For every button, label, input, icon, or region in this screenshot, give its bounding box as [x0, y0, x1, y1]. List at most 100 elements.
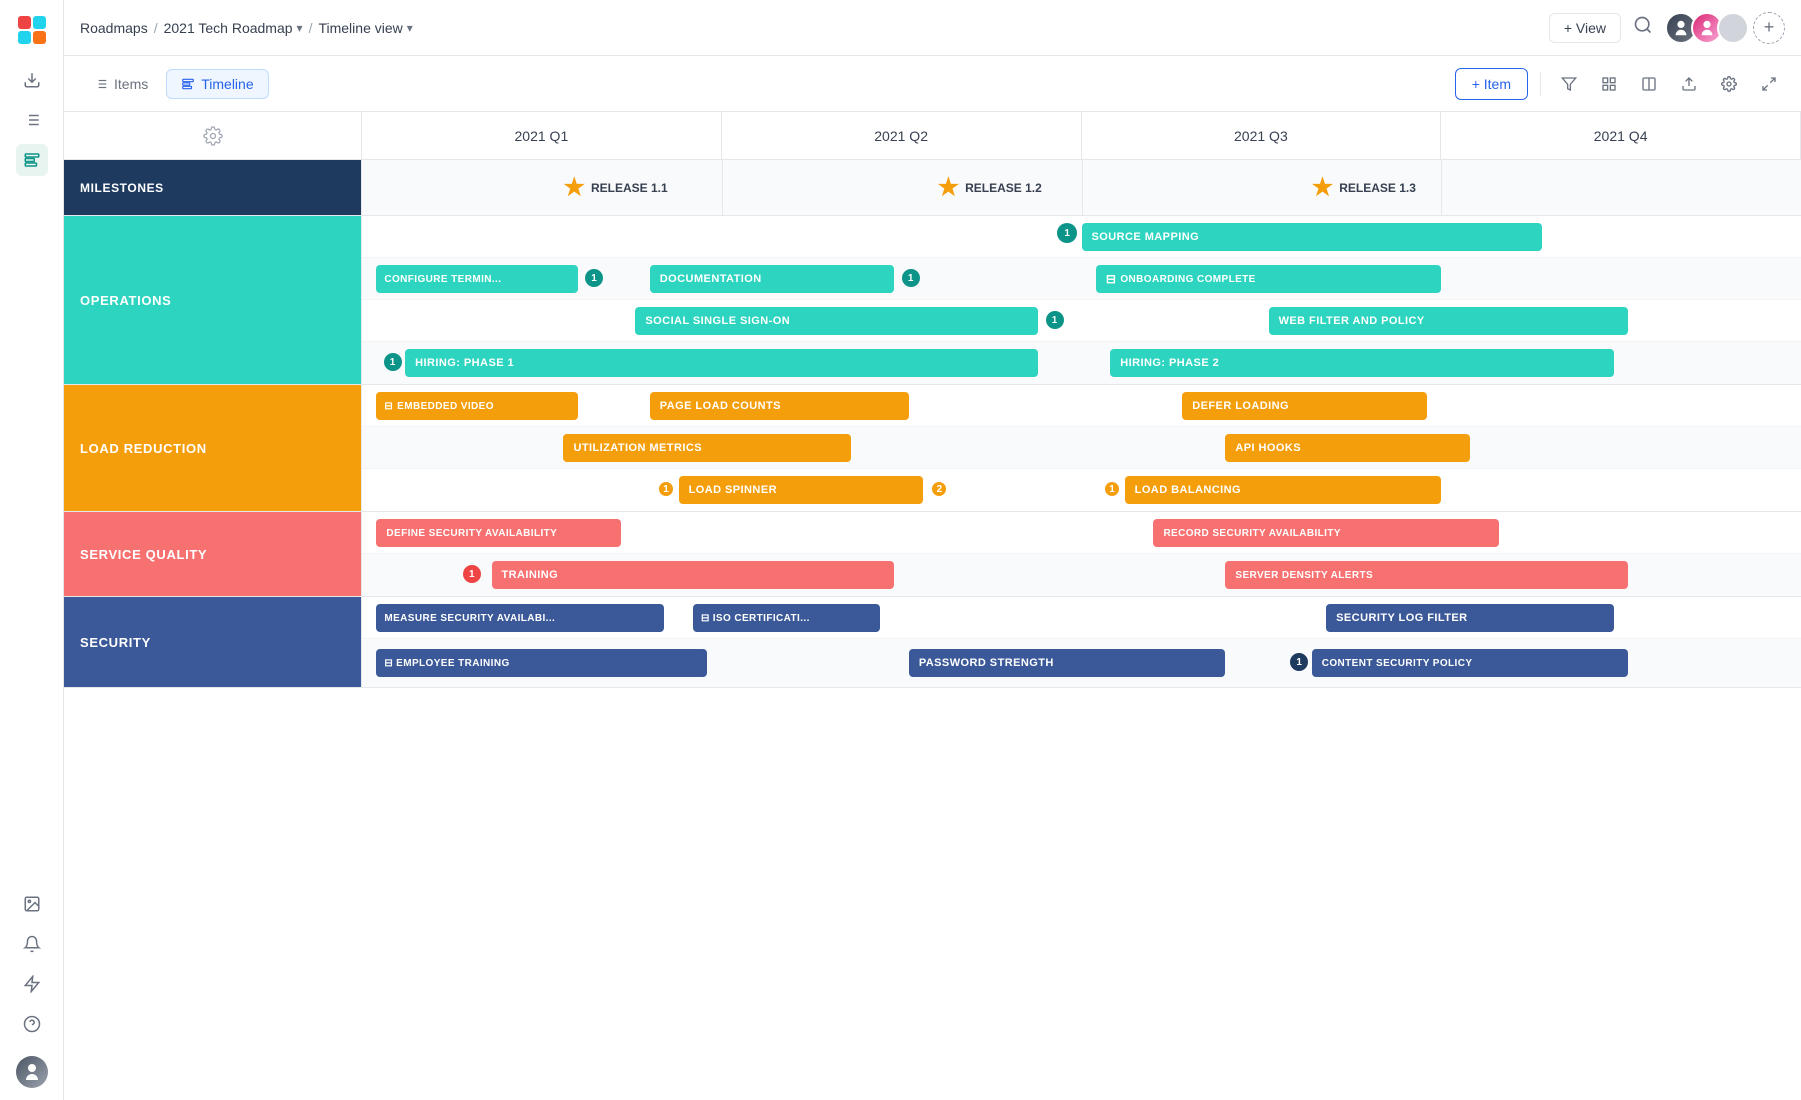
bar-hiring-phase1[interactable]: HIRING: PHASE 1	[405, 349, 1038, 377]
operations-label: OPERATIONS	[64, 216, 362, 384]
toolbar-divider	[1540, 72, 1541, 96]
tab-timeline-label: Timeline	[201, 76, 253, 92]
bar-web-filter[interactable]: WEB FILTER AND POLICY	[1269, 307, 1629, 335]
sidebar	[0, 0, 64, 1100]
columns-button[interactable]	[1633, 68, 1665, 100]
sidebar-icon-download[interactable]	[16, 64, 48, 96]
milestone-1-label: RELEASE 1.1	[591, 181, 668, 195]
sidebar-icon-lightning[interactable]	[16, 968, 48, 1000]
toolbar: Items Timeline + Item	[64, 56, 1801, 112]
breadcrumb-timeline-view[interactable]: Timeline view ▾	[318, 20, 412, 36]
quarter-header: 2021 Q1 2021 Q2 2021 Q3 2021 Q4	[64, 112, 1801, 160]
fullscreen-button[interactable]	[1753, 68, 1785, 100]
header-avatars: +	[1665, 12, 1785, 44]
bar-content-security-policy[interactable]: CONTENT SECURITY POLICY	[1312, 649, 1629, 677]
sidebar-icon-timeline[interactable]	[16, 144, 48, 176]
bar-employee-training[interactable]: ⊟EMPLOYEE TRAINING	[376, 649, 707, 677]
add-item-button[interactable]: + Item	[1455, 68, 1528, 100]
settings-button[interactable]	[1713, 68, 1745, 100]
breadcrumb-roadmaps[interactable]: Roadmaps	[80, 20, 148, 36]
export-button[interactable]	[1673, 68, 1705, 100]
bar-define-security[interactable]: DEFINE SECURITY AVAILABILITY	[376, 519, 621, 547]
search-icon[interactable]	[1633, 15, 1653, 40]
bar-api-hooks[interactable]: API HOOKS	[1225, 434, 1470, 462]
bar-source-mapping[interactable]: SOURCE MAPPING	[1082, 223, 1542, 251]
star-icon-1: ★	[563, 173, 585, 202]
sidebar-icon-list[interactable]	[16, 104, 48, 136]
bar-defer-loading[interactable]: DEFER LOADING	[1182, 392, 1427, 420]
toolbar-right: + Item	[1455, 68, 1785, 100]
grid-line-q1	[722, 160, 723, 215]
app-logo[interactable]	[14, 12, 50, 48]
service-quality-label: SERVICE QUALITY	[64, 512, 362, 596]
bar-training[interactable]: TRAINING	[492, 561, 895, 589]
milestones-text: MILESTONES	[80, 181, 164, 195]
bar-record-security[interactable]: RECORD SECURITY AVAILABILITY	[1153, 519, 1498, 547]
quarter-q1: 2021 Q1	[362, 112, 722, 159]
bar-embedded-video[interactable]: ⊟EMBEDDED VIDEO	[376, 392, 577, 420]
app-header: Roadmaps / 2021 Tech Roadmap ▾ / Timelin…	[64, 0, 1801, 56]
embedded-icon: ⊟	[384, 401, 393, 412]
bar-utilization-metrics[interactable]: UTILIZATION METRICS	[563, 434, 851, 462]
add-person-button[interactable]: +	[1753, 12, 1785, 44]
bar-measure-security[interactable]: MEASURE SECURITY AVAILABI...	[376, 604, 664, 632]
sq-row-1: DEFINE SECURITY AVAILABILITY RECORD SECU…	[362, 512, 1801, 554]
bar-configure-termin[interactable]: CONFIGURE TERMIN...	[376, 265, 577, 293]
bar-social-sso[interactable]: SOCIAL SINGLE SIGN-ON	[635, 307, 1038, 335]
avatar-placeholder	[1717, 12, 1749, 44]
milestone-release-1-2[interactable]: ★ RELEASE 1.2	[938, 173, 1042, 202]
badge-configure: 1	[585, 269, 603, 287]
bar-load-balancing[interactable]: LOAD BALANCING	[1125, 476, 1442, 504]
bar-onboarding[interactable]: ⊟ ONBOARDING COMPLETE	[1096, 265, 1441, 293]
chevron-down-icon2: ▾	[407, 21, 413, 35]
bar-server-density[interactable]: SERVER DENSITY ALERTS	[1225, 561, 1628, 589]
add-view-button[interactable]: + View	[1549, 13, 1621, 43]
bar-page-load-counts[interactable]: PAGE LOAD COUNTS	[650, 392, 909, 420]
group-operations: OPERATIONS SOURCE MAPPING 1	[64, 216, 1801, 385]
bar-password-strength[interactable]: PASSWORD STRENGTH	[909, 649, 1226, 677]
ops-row-1: SOURCE MAPPING 1	[362, 216, 1801, 258]
lr-row-3: 1 LOAD SPINNER 2 1 LOAD BALANCING	[362, 469, 1801, 511]
group-load-reduction: LOAD REDUCTION ⊟EMBEDDED VIDEO PAGE LOAD…	[64, 385, 1801, 512]
sidebar-icon-image[interactable]	[16, 888, 48, 920]
bar-hiring-phase2[interactable]: HIRING: PHASE 2	[1110, 349, 1614, 377]
badge-load-spinner-2: 2	[930, 480, 948, 498]
bar-load-spinner[interactable]: LOAD SPINNER	[679, 476, 924, 504]
bar-documentation[interactable]: DOCUMENTATION	[650, 265, 895, 293]
breadcrumb-tech-roadmap[interactable]: 2021 Tech Roadmap ▾	[164, 20, 303, 36]
security-content: MEASURE SECURITY AVAILABI... ⊟ISO CERTIF…	[362, 597, 1801, 687]
grid-line-q3	[1441, 160, 1442, 215]
quarter-q2: 2021 Q2	[722, 112, 1082, 159]
star-icon-3: ★	[1312, 173, 1334, 202]
group-button[interactable]	[1593, 68, 1625, 100]
milestone-release-1-3[interactable]: ★ RELEASE 1.3	[1312, 173, 1416, 202]
sec-row-2: ⊟EMPLOYEE TRAINING PASSWORD STRENGTH 1 C…	[362, 639, 1801, 687]
sidebar-icon-help[interactable]	[16, 1008, 48, 1040]
iso-icon: ⊟	[701, 613, 710, 624]
bar-security-log-filter[interactable]: SECURITY LOG FILTER	[1326, 604, 1614, 632]
lr-row-2: UTILIZATION METRICS API HOOKS	[362, 427, 1801, 469]
ops-row-2: CONFIGURE TERMIN... 1 DOCUMENTATION 1 ⊟ …	[362, 258, 1801, 300]
operations-content: SOURCE MAPPING 1 CONFIGURE TERMIN... 1 D…	[362, 216, 1801, 384]
onboarding-icon: ⊟	[1106, 272, 1116, 286]
milestone-3-label: RELEASE 1.3	[1339, 181, 1416, 195]
load-reduction-label: LOAD REDUCTION	[64, 385, 362, 511]
sidebar-icon-bell[interactable]	[16, 928, 48, 960]
breadcrumb-sep1: /	[154, 20, 158, 36]
ops-row-3: SOCIAL SINGLE SIGN-ON 1 WEB FILTER AND P…	[362, 300, 1801, 342]
ops-row-4: 1 HIRING: PHASE 1 HIRING: PHASE 2	[362, 342, 1801, 384]
breadcrumb-sep2: /	[309, 20, 313, 36]
group-service-quality: SERVICE QUALITY DEFINE SECURITY AVAILABI…	[64, 512, 1801, 597]
sidebar-user-avatar[interactable]	[16, 1056, 48, 1088]
star-icon-2: ★	[938, 173, 960, 202]
badge-csp: 1	[1290, 653, 1308, 671]
grid-line-q2	[1082, 160, 1083, 215]
breadcrumb: Roadmaps / 2021 Tech Roadmap ▾ / Timelin…	[80, 20, 413, 36]
tab-items[interactable]: Items	[80, 70, 162, 98]
bar-iso-cert[interactable]: ⊟ISO CERTIFICATI...	[693, 604, 880, 632]
filter-button[interactable]	[1553, 68, 1585, 100]
tab-timeline[interactable]: Timeline	[166, 69, 268, 99]
tab-items-label: Items	[114, 76, 148, 92]
milestone-release-1-1[interactable]: ★ RELEASE 1.1	[563, 173, 667, 202]
group-security: SECURITY MEASURE SECURITY AVAILABI... ⊟I…	[64, 597, 1801, 688]
